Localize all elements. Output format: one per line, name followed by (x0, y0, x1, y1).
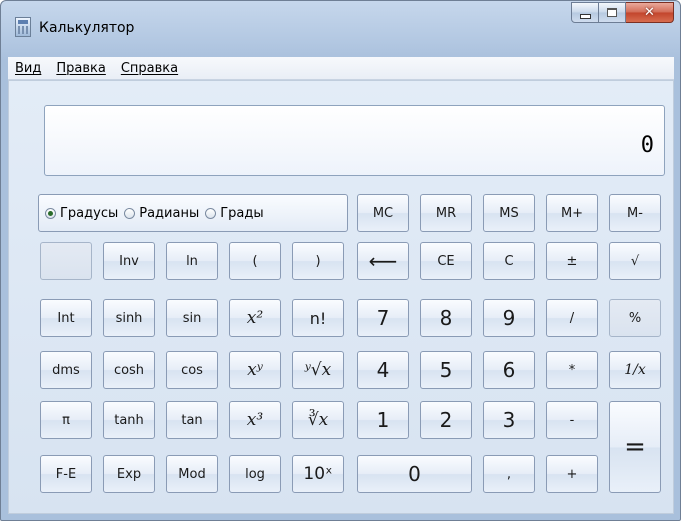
natural-log-button[interactable]: ln (166, 242, 218, 280)
equals-button[interactable]: = (609, 401, 661, 493)
radio-grads-label: Грады (220, 205, 264, 221)
inverse-button[interactable]: Inv (103, 242, 155, 280)
backspace-button[interactable]: ⟵ (357, 242, 409, 280)
digit-8-button[interactable]: 8 (420, 299, 472, 337)
open-paren-button[interactable]: ( (229, 242, 281, 280)
subtract-button[interactable]: - (546, 401, 598, 439)
cos-button[interactable]: cos (166, 351, 218, 389)
close-button[interactable]: ✕ (626, 2, 674, 23)
maximize-icon (607, 8, 617, 17)
close-icon: ✕ (644, 5, 655, 20)
power-button[interactable]: xʸ (229, 351, 281, 389)
multiply-button[interactable]: * (546, 351, 598, 389)
blank-button (40, 242, 92, 280)
radio-unchecked-icon (124, 207, 136, 219)
radio-degrees[interactable]: Градусы (45, 206, 118, 221)
cosh-button[interactable]: cosh (103, 351, 155, 389)
radio-degrees-label: Градусы (60, 205, 119, 221)
divide-button[interactable]: / (546, 299, 598, 337)
menu-edit[interactable]: Правка (49, 61, 113, 76)
menu-bar: Вид Правка Справка (8, 57, 674, 80)
result-display: 0 (44, 105, 665, 176)
square-root-button[interactable]: √ (609, 242, 661, 280)
plus-minus-button[interactable]: ± (546, 242, 598, 280)
digit-2-button[interactable]: 2 (420, 401, 472, 439)
dms-button[interactable]: dms (40, 351, 92, 389)
calculator-app-icon[interactable] (15, 17, 31, 37)
radio-checked-icon (45, 207, 56, 219)
cube-root-button[interactable]: ∛x (292, 401, 344, 439)
digit-7-button[interactable]: 7 (357, 299, 409, 337)
tanh-button[interactable]: tanh (103, 401, 155, 439)
memory-recall-button[interactable]: MR (420, 194, 472, 232)
tan-button[interactable]: tan (166, 401, 218, 439)
exp-button[interactable]: Exp (103, 455, 155, 493)
square-button[interactable]: x² (229, 299, 281, 337)
percent-button[interactable]: % (609, 299, 661, 337)
calculator-body: 0 Градусы Радианы Грады MC MR MS M+ M- I… (8, 80, 674, 514)
clear-entry-button[interactable]: CE (420, 242, 472, 280)
integer-button[interactable]: Int (40, 299, 92, 337)
factorial-button[interactable]: n! (292, 299, 344, 337)
window-title: Калькулятор (39, 20, 135, 36)
memory-subtract-button[interactable]: M- (609, 194, 661, 232)
minimize-button[interactable] (571, 2, 599, 23)
add-button[interactable]: + (546, 455, 598, 493)
radio-unchecked-icon (205, 207, 217, 219)
cube-button[interactable]: x³ (229, 401, 281, 439)
maximize-button[interactable] (599, 2, 626, 23)
minimize-icon (579, 13, 591, 19)
memory-add-button[interactable]: M+ (546, 194, 598, 232)
ten-power-button[interactable]: 10ˣ (292, 455, 344, 493)
sinh-button[interactable]: sinh (103, 299, 155, 337)
clear-button[interactable]: C (483, 242, 535, 280)
menu-help[interactable]: Справка (114, 61, 186, 76)
digit-9-button[interactable]: 9 (483, 299, 535, 337)
reciprocal-button[interactable]: 1/x (609, 351, 661, 389)
sin-button[interactable]: sin (166, 299, 218, 337)
memory-store-button[interactable]: MS (483, 194, 535, 232)
log-button[interactable]: log (229, 455, 281, 493)
title-bar[interactable]: Калькулятор ✕ (1, 1, 680, 55)
decimal-separator-button[interactable]: , (483, 455, 535, 493)
digit-3-button[interactable]: 3 (483, 401, 535, 439)
fixed-exponent-button[interactable]: F-E (40, 455, 92, 493)
modulo-button[interactable]: Mod (166, 455, 218, 493)
pi-button[interactable]: π (40, 401, 92, 439)
angle-unit-selector: Градусы Радианы Грады (38, 194, 348, 232)
window-controls: ✕ (571, 2, 674, 24)
radio-radians[interactable]: Радианы (124, 206, 199, 221)
digit-1-button[interactable]: 1 (357, 401, 409, 439)
calculator-window: Калькулятор ✕ Вид Правка Справка 0 Граду… (0, 0, 681, 521)
digit-5-button[interactable]: 5 (420, 351, 472, 389)
memory-clear-button[interactable]: MC (357, 194, 409, 232)
menu-view[interactable]: Вид (8, 61, 49, 76)
digit-4-button[interactable]: 4 (357, 351, 409, 389)
digit-6-button[interactable]: 6 (483, 351, 535, 389)
display-value: 0 (640, 133, 654, 158)
digit-0-button[interactable]: 0 (357, 455, 472, 493)
radio-grads[interactable]: Грады (205, 205, 264, 221)
radio-radians-label: Радианы (139, 205, 200, 221)
nth-root-button[interactable]: ʸ√x (292, 351, 344, 389)
close-paren-button[interactable]: ) (292, 242, 344, 280)
